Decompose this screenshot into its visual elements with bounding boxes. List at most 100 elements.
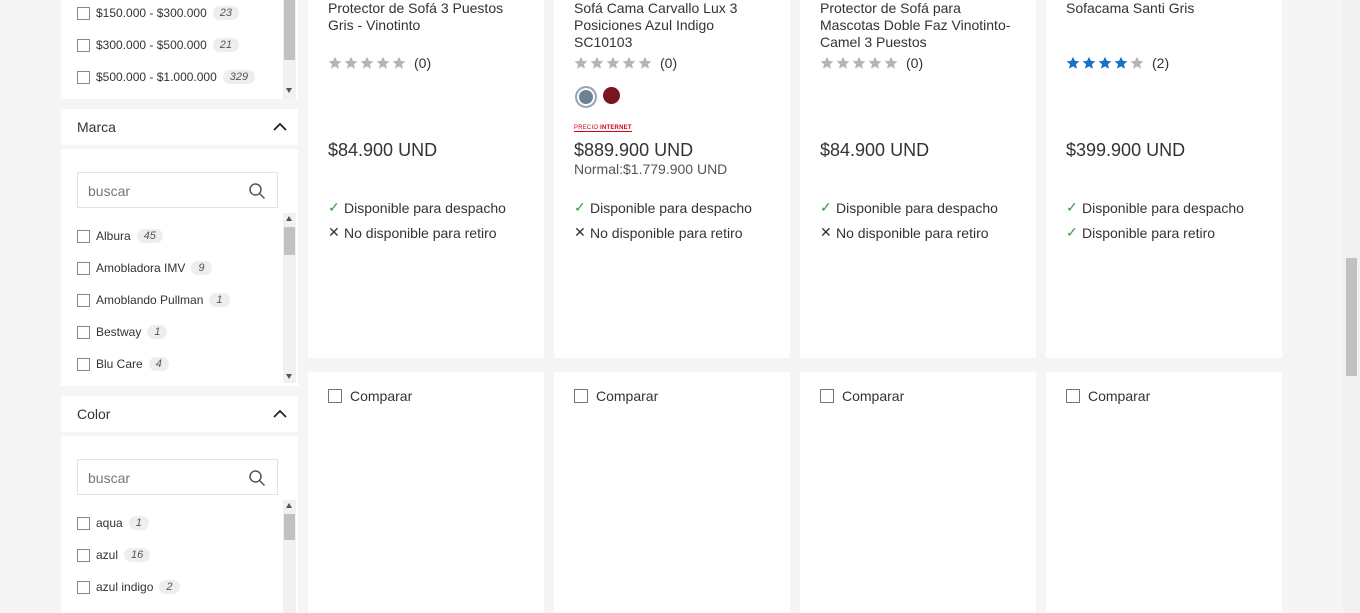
checkbox[interactable] [77, 357, 90, 371]
color-filter-scrollbar[interactable] [283, 500, 296, 613]
product-name[interactable]: Sofacama Santi Gris [1066, 0, 1266, 17]
checkbox[interactable] [328, 389, 342, 403]
star-icon [1114, 56, 1128, 69]
pickup-text: No disponible para retiro [344, 224, 497, 241]
color-swatch-selected[interactable] [575, 86, 597, 108]
search-icon[interactable] [248, 182, 266, 200]
price-filter-scrollbar[interactable] [283, 0, 296, 99]
pickup-text: No disponible para retiro [836, 224, 989, 241]
checkbox[interactable] [77, 261, 90, 275]
check-icon: ✓ [1066, 224, 1078, 240]
filter-option[interactable]: Albura 45 [77, 226, 163, 246]
filter-count: 329 [222, 70, 256, 84]
filter-option[interactable]: Amoblando Pullman 1 [77, 290, 230, 310]
scroll-down-arrow[interactable] [286, 88, 292, 93]
checkbox[interactable] [77, 325, 90, 339]
scrollbar-thumb[interactable] [284, 0, 295, 60]
filter-label: aqua [96, 516, 123, 530]
scrollbar-thumb[interactable] [284, 514, 295, 540]
color-search-input[interactable]: buscar [77, 459, 278, 495]
product-price: $399.900 UND [1066, 140, 1186, 160]
product-card[interactable]: Protector de Sofá 3 Puestos Gris - Vinot… [308, 0, 544, 358]
delivery-status: ✓ Disponible para despacho [328, 199, 506, 216]
product-card[interactable]: Sofacama Santi Gris (2) $399.900 UND ✓ D… [1046, 0, 1282, 358]
product-card[interactable]: Comparar [554, 372, 790, 613]
filter-option[interactable]: azul 16 [77, 545, 151, 565]
checkbox[interactable] [77, 293, 90, 307]
page-scrollbar[interactable] [1343, 0, 1360, 613]
star-icon [574, 56, 588, 69]
filter-option[interactable]: Blu Care 4 [77, 354, 169, 374]
filter-count: 23 [212, 6, 240, 20]
checkbox[interactable] [820, 389, 834, 403]
scroll-up-arrow[interactable] [286, 216, 292, 221]
compare-checkbox[interactable]: Comparar [328, 388, 412, 404]
checkbox[interactable] [77, 70, 90, 84]
star-icon [606, 56, 620, 69]
product-card[interactable]: Comparar [308, 372, 544, 613]
checkbox[interactable] [77, 6, 90, 20]
product-card[interactable]: Sofá Cama Carvallo Lux 3 Posiciones Azul… [554, 0, 790, 358]
check-icon: ✓ [1066, 199, 1078, 215]
filter-count: 1 [147, 325, 168, 339]
checkbox[interactable] [77, 38, 90, 52]
pickup-text: No disponible para retiro [590, 224, 743, 241]
filter-option[interactable]: Bestway 1 [77, 322, 168, 342]
product-card[interactable]: Comparar [800, 372, 1036, 613]
page-scrollbar-thumb[interactable] [1346, 258, 1357, 376]
compare-checkbox[interactable]: Comparar [1066, 388, 1150, 404]
filter-option[interactable]: $150.000 - $300.000 23 [77, 3, 240, 23]
checkbox[interactable] [574, 389, 588, 403]
brand-search-input[interactable]: buscar [77, 172, 278, 208]
filter-option[interactable]: $300.000 - $500.000 21 [77, 35, 240, 55]
filter-count: 1 [128, 516, 149, 530]
filter-option[interactable]: aqua 1 [77, 513, 149, 533]
star-icon [1130, 56, 1144, 69]
checkbox[interactable] [1066, 389, 1080, 403]
filter-label: Amoblando Pullman [96, 293, 204, 307]
brand-filter-title: Marca [77, 119, 116, 135]
filter-option[interactable]: $500.000 - $1.000.000 329 [77, 67, 256, 87]
color-swatch[interactable] [603, 87, 620, 104]
product-name[interactable]: Protector de Sofá 3 Puestos Gris - Vinot… [328, 0, 528, 34]
review-count: (0) [906, 55, 924, 71]
product-card[interactable]: Protector de Sofá para Mascotas Doble Fa… [800, 0, 1036, 358]
color-filter-panel: buscar aqua 1 azul 16 azul indigo 2 [61, 436, 298, 613]
star-icon [328, 56, 342, 69]
checkbox[interactable] [77, 516, 90, 530]
product-price: $84.900 UND [820, 140, 930, 160]
star-icon [638, 56, 652, 69]
star-icon [1098, 56, 1112, 69]
rating-stars: (2) [1066, 55, 1169, 71]
brand-filter-header[interactable]: Marca [61, 109, 298, 145]
delivery-text: Disponible para despacho [590, 199, 752, 216]
brand-filter-scrollbar[interactable] [283, 213, 296, 383]
checkbox[interactable] [77, 548, 90, 562]
review-count: (0) [414, 55, 432, 71]
checkbox[interactable] [77, 229, 90, 243]
filter-option[interactable]: Amobladora IMV 9 [77, 258, 212, 278]
compare-checkbox[interactable]: Comparar [574, 388, 658, 404]
rating-stars: (0) [820, 55, 923, 71]
compare-label: Comparar [1088, 388, 1151, 404]
filter-option[interactable]: azul indigo 2 [77, 577, 180, 597]
star-icon [392, 56, 406, 69]
search-icon[interactable] [248, 469, 266, 487]
scroll-up-arrow[interactable] [286, 503, 292, 508]
check-icon: ✓ [328, 199, 340, 215]
checkbox[interactable] [77, 580, 90, 594]
chevron-up-icon[interactable] [272, 406, 288, 422]
review-count: (0) [660, 55, 678, 71]
scroll-down-arrow[interactable] [286, 374, 292, 379]
product-name[interactable]: Sofá Cama Carvallo Lux 3 Posiciones Azul… [574, 0, 774, 51]
chevron-up-icon[interactable] [272, 119, 288, 135]
cross-icon: ✕ [328, 224, 340, 240]
product-name[interactable]: Protector de Sofá para Mascotas Doble Fa… [820, 0, 1020, 51]
color-filter-header[interactable]: Color [61, 396, 298, 432]
scrollbar-thumb[interactable] [284, 227, 295, 255]
product-card[interactable]: Comparar [1046, 372, 1282, 613]
compare-checkbox[interactable]: Comparar [820, 388, 904, 404]
star-icon [376, 56, 390, 69]
filter-label: $300.000 - $500.000 [96, 38, 207, 52]
filter-label: $150.000 - $300.000 [96, 6, 207, 20]
